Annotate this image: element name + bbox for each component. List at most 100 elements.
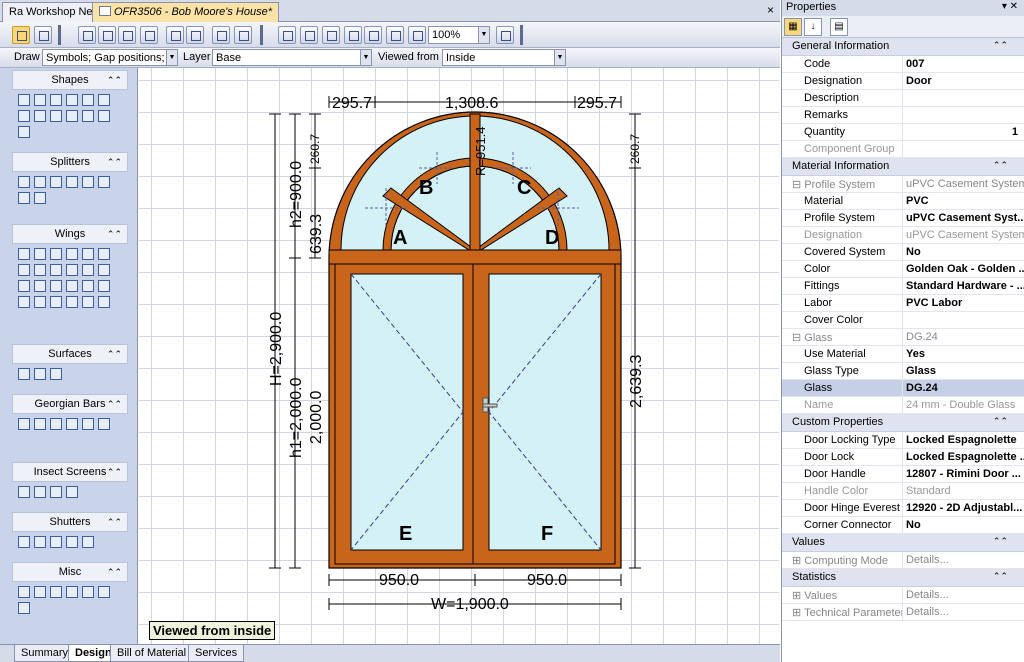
property-row[interactable]: Door Lock Locked Espagnolette ... [782, 449, 1024, 466]
palette-shape-icon[interactable] [34, 110, 46, 122]
palette-section-header[interactable]: Misc ⌃⌃ [12, 562, 128, 582]
categorized-view-button[interactable]: ▦ [784, 18, 802, 36]
palette-shape-icon[interactable] [18, 264, 30, 276]
property-value[interactable]: 007 [903, 56, 1024, 72]
property-row[interactable]: ⊟ Profile System uPVC Casement System [782, 176, 1024, 193]
align-center-button[interactable] [98, 26, 116, 44]
palette-shape-icon[interactable] [66, 264, 78, 276]
palette-shape-icon[interactable] [34, 586, 46, 598]
palette-shape-icon[interactable] [18, 486, 30, 498]
chevron-down-icon[interactable]: ▼ [554, 50, 565, 65]
palette-shape-icon[interactable] [18, 176, 30, 188]
palette-shape-icon[interactable] [98, 280, 110, 292]
palette-shape-icon[interactable] [34, 192, 46, 204]
layer-select[interactable]: Base ▼ [212, 49, 372, 66]
palette-shape-icon[interactable] [82, 280, 94, 292]
palette-shape-icon[interactable] [98, 110, 110, 122]
palette-shape-icon[interactable] [18, 248, 30, 260]
chevron-up-icon[interactable]: ⌃⌃ [107, 225, 122, 243]
palette-shape-icon[interactable] [66, 176, 78, 188]
zoom-in-button[interactable] [278, 26, 296, 44]
property-category[interactable]: General Information ⌃⌃ [782, 38, 1024, 56]
palette-shape-icon[interactable] [18, 602, 30, 614]
chevron-up-icon[interactable]: ⌃⌃ [107, 513, 122, 531]
chevron-up-icon[interactable]: ⌃⌃ [107, 153, 122, 171]
zoom-select-button[interactable] [364, 26, 382, 44]
chevron-up-icon[interactable]: ⌃⌃ [107, 463, 122, 481]
property-value[interactable]: DG.24 [903, 380, 1024, 396]
zoom-select[interactable]: 100% ▼ [428, 26, 490, 44]
undo-button[interactable] [212, 26, 230, 44]
palette-shape-icon[interactable] [18, 192, 30, 204]
palette-shape-icon[interactable] [82, 248, 94, 260]
chevron-up-icon[interactable]: ⌃⌃ [107, 71, 122, 89]
bottom-tab-summary[interactable]: Summary [14, 645, 76, 662]
palette-shape-icon[interactable] [50, 368, 62, 380]
property-row[interactable]: Labor PVC Labor [782, 295, 1024, 312]
zoom-actual-button[interactable] [408, 26, 426, 44]
chevron-up-icon[interactable]: ⌃⌃ [993, 40, 1008, 51]
align-right-button[interactable] [118, 26, 136, 44]
palette-shape-icon[interactable] [50, 248, 62, 260]
palette-shape-icon[interactable] [66, 486, 78, 498]
property-row[interactable]: Designation uPVC Casement System [782, 227, 1024, 244]
property-row[interactable]: Corner Connector No [782, 517, 1024, 534]
palette-shape-icon[interactable] [82, 176, 94, 188]
palette-shape-icon[interactable] [50, 110, 62, 122]
property-category[interactable]: Statistics ⌃⌃ [782, 569, 1024, 587]
close-icon[interactable]: × [767, 3, 774, 17]
property-value[interactable]: Glass [903, 363, 1024, 379]
palette-shape-icon[interactable] [98, 248, 110, 260]
property-row[interactable]: Component Group [782, 141, 1024, 158]
pin-icon[interactable]: ▾ ✕ [1002, 1, 1018, 12]
palette-shape-icon[interactable] [50, 94, 62, 106]
rotate-button[interactable] [186, 26, 204, 44]
property-value[interactable]: No [903, 244, 1024, 260]
palette-shape-icon[interactable] [50, 586, 62, 598]
property-value[interactable]: Details... [903, 604, 1024, 620]
palette-shape-icon[interactable] [18, 280, 30, 292]
palette-shape-icon[interactable] [34, 368, 46, 380]
property-value[interactable]: Locked Espagnolette ... [903, 449, 1024, 465]
chevron-up-icon[interactable]: ⌃⌃ [107, 563, 122, 581]
bottom-tab-services[interactable]: Services [188, 645, 245, 662]
zoom-previous-button[interactable] [386, 26, 404, 44]
palette-shape-icon[interactable] [98, 296, 110, 308]
palette-shape-icon[interactable] [50, 176, 62, 188]
palette-section-header[interactable]: Surfaces ⌃⌃ [12, 344, 128, 364]
palette-shape-icon[interactable] [82, 110, 94, 122]
property-value[interactable]: Locked Espagnolette [903, 432, 1024, 448]
property-value[interactable] [903, 141, 1024, 157]
palette-shape-icon[interactable] [34, 248, 46, 260]
palette-section-header[interactable]: Georgian Bars ⌃⌃ [12, 394, 128, 414]
palette-shape-icon[interactable] [50, 418, 62, 430]
chevron-down-icon[interactable]: ▼ [360, 50, 371, 65]
viewed-from-select[interactable]: Inside ▼ [442, 49, 566, 66]
property-value[interactable]: No [903, 517, 1024, 533]
property-row[interactable]: Code 007 [782, 56, 1024, 73]
palette-shape-icon[interactable] [66, 586, 78, 598]
palette-shape-icon[interactable] [34, 486, 46, 498]
palette-shape-icon[interactable] [98, 264, 110, 276]
chevron-up-icon[interactable]: ⌃⌃ [993, 160, 1008, 171]
design-canvas[interactable]: 295.7 1,308.6 295.7 950.0 950.0 W=1,900.… [139, 68, 779, 644]
palette-shape-icon[interactable] [50, 280, 62, 292]
property-row[interactable]: ⊞ Computing Mode Details... [782, 552, 1024, 569]
palette-shape-icon[interactable] [50, 296, 62, 308]
property-row[interactable]: Glass Type Glass [782, 363, 1024, 380]
property-row[interactable]: Profile System uPVC Casement Syst... [782, 210, 1024, 227]
bottom-tab-bill-of-material[interactable]: Bill of Material [110, 645, 194, 662]
palette-shape-icon[interactable] [82, 418, 94, 430]
zoom-out-button[interactable] [300, 26, 318, 44]
property-value[interactable]: Standard Hardware - ... [903, 278, 1024, 294]
palette-shape-icon[interactable] [50, 536, 62, 548]
draw-select[interactable]: Symbols; Gap positions; ... ▼ [42, 49, 178, 66]
chevron-up-icon[interactable]: ⌃⌃ [993, 571, 1008, 582]
palette-shape-icon[interactable] [66, 110, 78, 122]
distribute-button[interactable] [140, 26, 158, 44]
palette-shape-icon[interactable] [50, 486, 62, 498]
palette-shape-icon[interactable] [82, 264, 94, 276]
chevron-up-icon[interactable]: ⌃⌃ [107, 395, 122, 413]
chevron-up-icon[interactable]: ⌃⌃ [993, 416, 1008, 427]
align-left-button[interactable] [78, 26, 96, 44]
